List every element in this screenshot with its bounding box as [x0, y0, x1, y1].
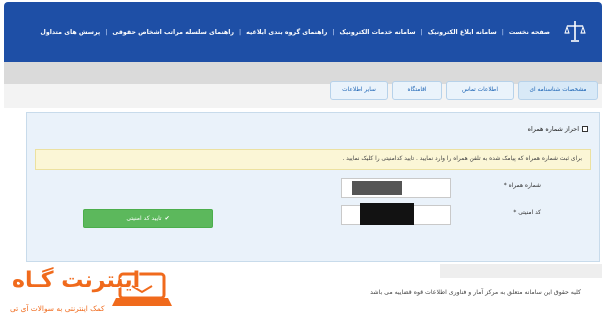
check-icon: ✔	[164, 215, 170, 222]
info-alert: برای ثبت شماره همراه که پیامک شده به تلف…	[35, 149, 591, 170]
tab-residence[interactable]: اقامتگاه	[392, 81, 442, 100]
mobile-field-label: شماره همراه *	[504, 183, 541, 189]
nav-separator: |	[332, 29, 335, 36]
redacted-security-code	[360, 203, 414, 225]
security-code-field[interactable]	[341, 203, 451, 225]
tab-other-info[interactable]: سایر اطلاعات	[330, 81, 388, 100]
confirm-security-code-button[interactable]: ✔تایید کد امنیتی	[83, 209, 213, 228]
redacted-mobile-number	[352, 181, 402, 195]
nav-e-notice-system[interactable]: سامانه ابلاغ الکترونیک	[428, 29, 497, 36]
confirm-button-label: تایید کد امنیتی	[126, 215, 162, 222]
panel-title: احراز شماره همراه	[527, 125, 579, 133]
watermark-title: اینترنت گـاه	[12, 268, 141, 293]
security-code-label: کد امنیتی *	[513, 210, 541, 216]
nav-separator: |	[501, 29, 504, 36]
mobile-verification-panel: احراز شماره همراه برای ثبت شماره همراه ک…	[26, 112, 600, 262]
footer-copyright: کلیه حقوق این سامانه متعلق به مرکز آمار …	[370, 289, 581, 296]
top-navbar: صفحه نخست | سامانه ابلاغ الکترونیک | سامانه …	[4, 2, 602, 62]
mobile-label-text: شماره همراه	[508, 183, 541, 189]
nav-separator: |	[239, 29, 242, 36]
nav-notice-grouping-guide[interactable]: راهنمای گروه بندی ابلاغیه	[246, 29, 327, 36]
tab-identity-info[interactable]: مشخصات شناسنامه ای	[518, 81, 598, 100]
nav-legal-hierarchy-guide[interactable]: راهنمای سلسله مراتب اشخاص حقوقی	[112, 29, 234, 36]
nav-separator: |	[105, 29, 108, 36]
nav-separator: |	[420, 29, 423, 36]
code-label-text: کد امنیتی	[518, 210, 541, 216]
watermark-subtitle: کمک اینترنتی به سوالات آی تی	[10, 304, 105, 313]
required-mark: *	[513, 210, 517, 216]
nav-faq[interactable]: پرسش های متداول	[40, 29, 100, 36]
nav-e-services-system[interactable]: سامانه خدمات الکترونیک	[340, 29, 416, 36]
mobile-number-field[interactable]	[341, 178, 451, 198]
checkbox-icon	[582, 126, 588, 132]
footer-gray-block	[440, 264, 602, 278]
required-mark: *	[503, 183, 507, 189]
scales-of-justice-icon[interactable]	[564, 19, 586, 43]
tab-contact-info[interactable]: اطلاعات تماس	[446, 81, 514, 100]
main-nav: صفحه نخست | سامانه ابلاغ الکترونیک | سامانه …	[40, 29, 550, 36]
nav-home[interactable]: صفحه نخست	[509, 29, 550, 36]
alert-message: برای ثبت شماره همراه که پیامک شده به تلف…	[342, 156, 582, 162]
